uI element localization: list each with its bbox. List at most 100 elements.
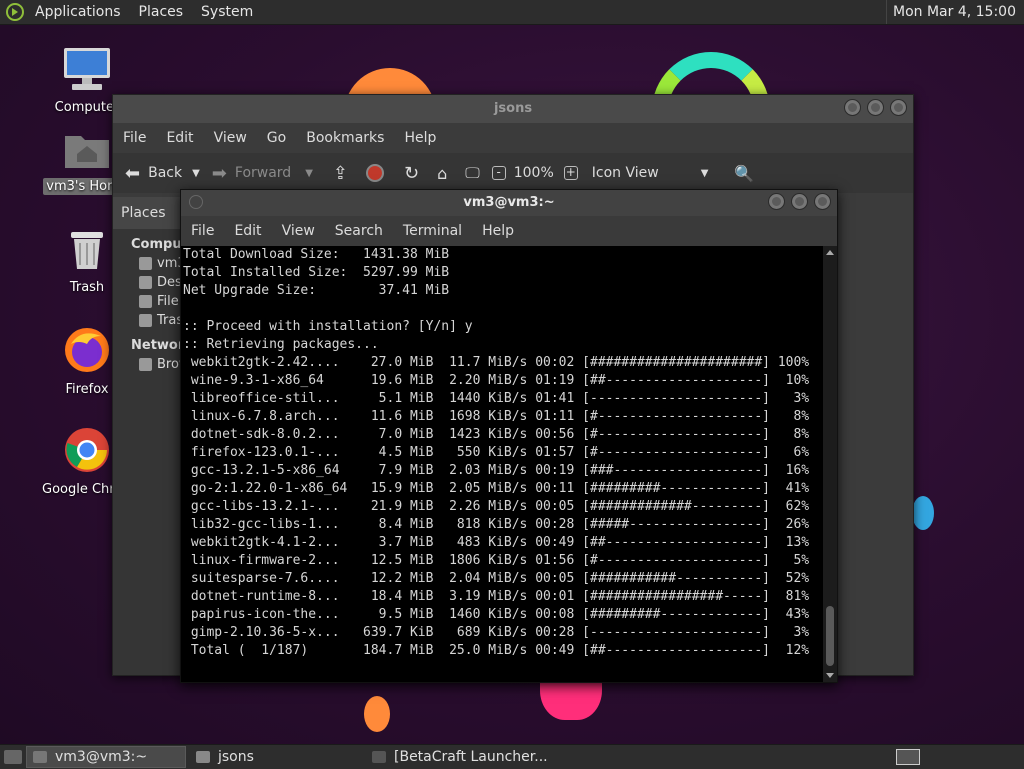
network-icon: [139, 358, 152, 371]
file-manager-menubar: File Edit View Go Bookmarks Help: [113, 123, 913, 153]
menu-file[interactable]: File: [181, 223, 224, 239]
back-arrow-icon: ⬅: [125, 162, 141, 184]
terminal-line: Total Download Size: 1431.38 MiB: [183, 247, 450, 262]
back-button[interactable]: ⬅ Back ▼: [125, 163, 200, 184]
sidebar-item-home[interactable]: vm3: [113, 254, 181, 273]
maximize-button[interactable]: [791, 193, 808, 210]
view-mode-select[interactable]: Icon View ▼: [592, 165, 709, 181]
trash-icon: [71, 232, 103, 269]
window-menu-button[interactable]: [189, 195, 203, 209]
close-button[interactable]: [814, 193, 831, 210]
workspace-switcher[interactable]: [896, 749, 920, 765]
minimize-button[interactable]: [844, 99, 861, 116]
places-menu[interactable]: Places: [132, 4, 191, 20]
places-header[interactable]: Places: [113, 197, 181, 229]
terminal-line: wine-9.3-1-x86_64 19.6 MiB 2.20 MiB/s 01…: [183, 373, 810, 388]
sidebar-item-trash[interactable]: Trash: [113, 311, 181, 330]
menu-file[interactable]: File: [113, 130, 156, 146]
terminal-menubar: File Edit View Search Terminal Help: [181, 216, 837, 246]
decor-blob: [912, 496, 934, 530]
terminal-line: linux-6.7.8.arch... 11.6 MiB 1698 KiB/s …: [183, 409, 810, 424]
home-folder-icon: [65, 136, 109, 168]
bottom-taskbar: vm3@vm3:~ jsons [BetaCraft Launcher...: [0, 744, 1024, 769]
drive-icon: [139, 295, 152, 308]
menu-help[interactable]: Help: [472, 223, 524, 239]
menu-edit[interactable]: Edit: [156, 130, 203, 146]
forward-button[interactable]: ➡ Forward ▼: [212, 163, 313, 184]
mate-logo-icon[interactable]: [6, 3, 24, 21]
show-desktop-icon[interactable]: [4, 750, 22, 764]
decor-blob: [364, 696, 390, 732]
menu-help[interactable]: Help: [394, 130, 446, 146]
terminal-line: webkit2gtk-2.42.... 27.0 MiB 11.7 MiB/s …: [183, 355, 810, 370]
zoom-in-button[interactable]: +: [563, 166, 578, 180]
menu-terminal[interactable]: Terminal: [393, 223, 472, 239]
terminal-line: go-2:1.22.0-1-x86_64 15.9 MiB 2.05 MiB/s…: [183, 481, 810, 496]
sidebar-section-computer: Computer: [131, 237, 204, 252]
zoom-out-button[interactable]: -: [491, 166, 506, 180]
reload-icon: ↻: [404, 162, 420, 184]
stop-button[interactable]: [360, 164, 384, 182]
chrome-icon: [65, 428, 109, 472]
close-button[interactable]: [890, 99, 907, 116]
computer-button[interactable]: 🖵: [459, 164, 479, 182]
task-terminal[interactable]: vm3@vm3:~: [26, 746, 186, 768]
window-title: jsons: [493, 101, 533, 116]
chevron-down-icon: ▼: [305, 167, 313, 179]
terminal-line: gcc-13.2.1-5-x86_64 7.9 MiB 2.03 MiB/s 0…: [183, 463, 810, 478]
menu-bookmarks[interactable]: Bookmarks: [296, 130, 394, 146]
top-panel: Applications Places System Mon Mar 4, 15…: [0, 0, 1024, 25]
scrollbar-thumb[interactable]: [826, 606, 834, 666]
reload-button[interactable]: ↻: [396, 163, 419, 184]
zoom-out-icon: -: [491, 166, 506, 180]
terminal-line: Total ( 1/187) 184.7 MiB 25.0 MiB/s 00:4…: [183, 643, 810, 658]
scroll-up-icon[interactable]: [826, 250, 834, 255]
terminal-line: libreoffice-stil... 5.1 MiB 1440 KiB/s 0…: [183, 391, 810, 406]
file-manager-sidebar: Places Computer vm3 Desktop File System …: [113, 197, 204, 675]
sidebar-section-network: Network: [131, 338, 193, 353]
system-menu[interactable]: System: [194, 4, 260, 20]
terminal-line: Total Installed Size: 5297.99 MiB: [183, 265, 450, 280]
terminal-line: Net Upgrade Size: 37.41 MiB: [183, 283, 450, 298]
folder-icon: [139, 276, 152, 289]
up-button[interactable]: ⇪: [325, 163, 348, 184]
terminal-icon: [33, 751, 47, 763]
computer-icon: [64, 48, 110, 90]
home-button[interactable]: ⌂: [431, 164, 447, 183]
home-icon: ⌂: [437, 163, 448, 183]
sidebar-item-browse-network[interactable]: Browse Network: [113, 355, 181, 374]
sidebar-item-desktop[interactable]: Desktop: [113, 273, 181, 292]
menu-go[interactable]: Go: [257, 130, 296, 146]
menu-view[interactable]: View: [204, 130, 257, 146]
menu-search[interactable]: Search: [325, 223, 393, 239]
forward-arrow-icon: ➡: [211, 162, 227, 184]
menu-view[interactable]: View: [272, 223, 325, 239]
terminal-output[interactable]: Total Download Size: 1431.38 MiB Total In…: [181, 246, 825, 682]
file-manager-content[interactable]: [837, 197, 913, 675]
chevron-down-icon: ▼: [700, 167, 709, 179]
folder-icon: [196, 751, 210, 763]
search-icon: 🔍: [734, 163, 755, 183]
clock[interactable]: Mon Mar 4, 15:00: [886, 0, 1024, 24]
task-betacraft[interactable]: [BetaCraft Launcher...: [366, 746, 572, 768]
app-icon: [372, 751, 386, 763]
folder-icon: [139, 257, 152, 270]
terminal-line: dotnet-runtime-8... 18.4 MiB 3.19 MiB/s …: [183, 589, 810, 604]
sidebar-item-filesystem[interactable]: File System: [113, 292, 181, 311]
window-title: vm3@vm3:~: [463, 195, 555, 210]
terminal-line: dotnet-sdk-8.0.2... 7.0 MiB 1423 KiB/s 0…: [183, 427, 810, 442]
terminal-titlebar[interactable]: vm3@vm3:~: [181, 190, 837, 216]
scroll-down-icon[interactable]: [826, 673, 834, 678]
applications-menu[interactable]: Applications: [28, 4, 128, 20]
file-manager-titlebar[interactable]: jsons: [113, 95, 913, 123]
task-jsons[interactable]: jsons: [190, 746, 356, 768]
maximize-button[interactable]: [867, 99, 884, 116]
zoom-level: 100%: [513, 165, 554, 181]
terminal-window: vm3@vm3:~ File Edit View Search Terminal…: [180, 189, 838, 683]
terminal-scrollbar[interactable]: [823, 246, 837, 682]
menu-edit[interactable]: Edit: [224, 223, 271, 239]
search-button[interactable]: 🔍: [720, 164, 754, 183]
terminal-line: gcc-libs-13.2.1-... 21.9 MiB 2.26 MiB/s …: [183, 499, 810, 514]
minimize-button[interactable]: [768, 193, 785, 210]
